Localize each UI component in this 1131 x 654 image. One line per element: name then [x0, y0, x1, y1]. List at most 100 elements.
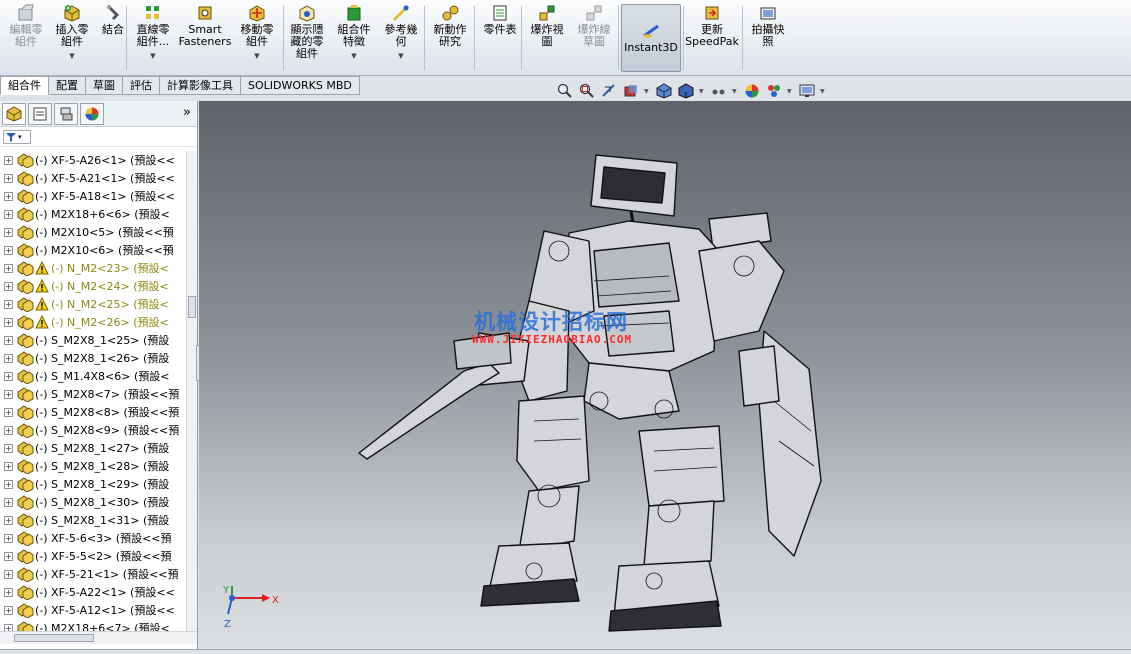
tab-2[interactable]: 草圖	[86, 76, 123, 95]
tree-item[interactable]: + (-) M2X10<5> (預設<<預	[0, 223, 186, 241]
tab-0[interactable]: 組合件	[0, 76, 49, 95]
chevron-down-icon[interactable]: ▼	[732, 88, 738, 95]
expand-toggle-icon[interactable]: +	[4, 209, 13, 219]
expand-toggle-icon[interactable]: +	[4, 479, 13, 489]
expand-toggle-icon[interactable]: +	[4, 191, 13, 201]
edit-component-button[interactable]: 編輯零 組件	[8, 4, 44, 72]
tab-1[interactable]: 配置	[49, 76, 86, 95]
expand-toggle-icon[interactable]: +	[4, 317, 13, 327]
expand-toggle-icon[interactable]: +	[4, 335, 13, 345]
scroll-thumb[interactable]	[188, 296, 196, 318]
tree-vertical-scrollbar[interactable]	[186, 151, 197, 631]
expand-toggle-icon[interactable]: +	[4, 263, 13, 273]
filter-dropdown[interactable]: ▾	[3, 129, 31, 144]
chevron-down-icon[interactable]: ▼	[69, 50, 74, 62]
zoom-to-fit-icon[interactable]	[556, 83, 573, 100]
expand-toggle-icon[interactable]: +	[4, 155, 13, 165]
tree-item[interactable]: + (-) N_M2<26> (預設<	[0, 313, 186, 331]
tree-item[interactable]: + (-) XF-5-6<3> (預設<<預	[0, 529, 186, 547]
edit-appearance-icon[interactable]	[743, 83, 760, 100]
linear-pattern-button[interactable]: 直線零 組件... ▼	[134, 4, 172, 72]
expand-toggle-icon[interactable]: +	[4, 569, 13, 579]
tree-item[interactable]: + (-) S_M1.4X8<6> (預設<	[0, 367, 186, 385]
chevron-down-icon[interactable]: ▼	[820, 88, 826, 95]
property-manager-tab[interactable]	[28, 102, 52, 125]
tree-item[interactable]: + (-) XF-5-A12<1> (預設<<	[0, 601, 186, 619]
expand-toggle-icon[interactable]: +	[4, 533, 13, 543]
expand-toggle-icon[interactable]: +	[4, 299, 13, 309]
chevron-down-icon[interactable]: ▼	[150, 50, 155, 62]
expand-toggle-icon[interactable]: +	[4, 407, 13, 417]
tree-item[interactable]: + (-) S_M2X8_1<28> (預設	[0, 457, 186, 475]
show-hidden-button[interactable]: 顯示隱 藏的零 組件	[287, 4, 327, 72]
expand-toggle-icon[interactable]: +	[4, 461, 13, 471]
take-snapshot-button[interactable]: 拍攝快 照	[748, 4, 788, 72]
tree-item[interactable]: + (-) XF-5-5<2> (預設<<預	[0, 547, 186, 565]
display-style-icon[interactable]	[677, 83, 694, 100]
expand-toggle-icon[interactable]: +	[4, 281, 13, 291]
tree-item[interactable]: + (-) M2X10<6> (預設<<預	[0, 241, 186, 259]
explode-line-sketch-button[interactable]: 爆炸線 草圖	[575, 4, 613, 72]
expand-toggle-icon[interactable]: +	[4, 551, 13, 561]
tree-item[interactable]: + (-) N_M2<25> (預設<	[0, 295, 186, 313]
display-manager-tab[interactable]	[80, 102, 104, 125]
smart-fasteners-button[interactable]: Smart Fasteners	[178, 4, 232, 72]
chevron-down-icon[interactable]: ▼	[351, 50, 356, 62]
tree-item[interactable]: + (-) S_M2X8_1<26> (預設	[0, 349, 186, 367]
zoom-to-area-icon[interactable]	[578, 83, 595, 100]
section-view-icon[interactable]	[622, 83, 639, 100]
tree-item[interactable]: + (-) N_M2<24> (預設<	[0, 277, 186, 295]
chevron-down-icon[interactable]: ▼	[644, 88, 650, 95]
view-settings-icon[interactable]	[798, 83, 815, 100]
expand-toggle-icon[interactable]: +	[4, 173, 13, 183]
expand-toggle-icon[interactable]: +	[4, 623, 13, 631]
expand-toggle-icon[interactable]: +	[4, 245, 13, 255]
apply-scene-icon[interactable]	[765, 83, 782, 100]
tree-horizontal-scrollbar[interactable]	[0, 631, 197, 644]
tree-item[interactable]: + (-) XF-5-A26<1> (預設<<	[0, 151, 186, 169]
tree-item[interactable]: + (-) XF-5-21<1> (預設<<預	[0, 565, 186, 583]
insert-component-button[interactable]: 插入零 組件 ▼	[55, 4, 89, 72]
update-speedpak-button[interactable]: 更新 SpeedPak	[685, 4, 739, 72]
hide-show-items-icon[interactable]	[710, 83, 727, 100]
tree-item[interactable]: + (-) N_M2<23> (預設<	[0, 259, 186, 277]
instant3d-button[interactable]: Instant3D	[621, 4, 681, 72]
tree-item[interactable]: + (-) S_M2X8<7> (預設<<預	[0, 385, 186, 403]
tree-item[interactable]: + (-) S_M2X8_1<30> (預設	[0, 493, 186, 511]
reference-geometry-button[interactable]: 參考幾 何 ▼	[383, 4, 419, 72]
tree-item[interactable]: + (-) S_M2X8_1<27> (預設	[0, 439, 186, 457]
previous-view-icon[interactable]	[600, 83, 617, 100]
feature-manager-tab[interactable]	[2, 102, 26, 125]
tree-item[interactable]: + (-) S_M2X8_1<25> (預設	[0, 331, 186, 349]
tree-item[interactable]: + (-) M2X18+6<7> (預設<	[0, 619, 186, 631]
view-orientation-icon[interactable]	[655, 83, 672, 100]
tree-item[interactable]: + (-) XF-5-A21<1> (預設<<	[0, 169, 186, 187]
expand-toggle-icon[interactable]: +	[4, 389, 13, 399]
chevron-down-icon[interactable]: ▼	[398, 50, 403, 62]
expand-toggle-icon[interactable]: +	[4, 587, 13, 597]
expand-toggle-icon[interactable]: +	[4, 227, 13, 237]
tree-item[interactable]: + (-) S_M2X8_1<29> (預設	[0, 475, 186, 493]
tree-item[interactable]: + (-) XF-5-A18<1> (預設<<	[0, 187, 186, 205]
chevron-down-icon[interactable]: ▼	[699, 88, 705, 95]
tree-item[interactable]: + (-) XF-5-A22<1> (預設<<	[0, 583, 186, 601]
tree-item[interactable]: + (-) S_M2X8_1<31> (預設	[0, 511, 186, 529]
move-component-button[interactable]: 移動零 組件 ▼	[238, 4, 276, 72]
expand-toggle-icon[interactable]: +	[4, 425, 13, 435]
expand-toggle-icon[interactable]: +	[4, 353, 13, 363]
expand-toggle-icon[interactable]: +	[4, 515, 13, 525]
expand-toggle-icon[interactable]: +	[4, 371, 13, 381]
tree-item[interactable]: + (-) M2X18+6<6> (預設<	[0, 205, 186, 223]
mate-button[interactable]: 結合	[100, 4, 126, 72]
scroll-thumb[interactable]	[14, 634, 94, 642]
assembly-features-button[interactable]: 組合件 特徵 ▼	[335, 4, 373, 72]
exploded-view-button[interactable]: 爆炸視 圖	[528, 4, 566, 72]
tree-item[interactable]: + (-) S_M2X8<8> (預設<<預	[0, 403, 186, 421]
expand-toggle-icon[interactable]: +	[4, 497, 13, 507]
chevron-down-icon[interactable]: ▼	[787, 88, 793, 95]
tab-3[interactable]: 評估	[123, 76, 160, 95]
expand-toggle-icon[interactable]: +	[4, 443, 13, 453]
expand-toggle-icon[interactable]: +	[4, 605, 13, 615]
tab-4[interactable]: 計算影像工具	[160, 76, 241, 95]
chevron-down-icon[interactable]: ▼	[254, 50, 259, 62]
